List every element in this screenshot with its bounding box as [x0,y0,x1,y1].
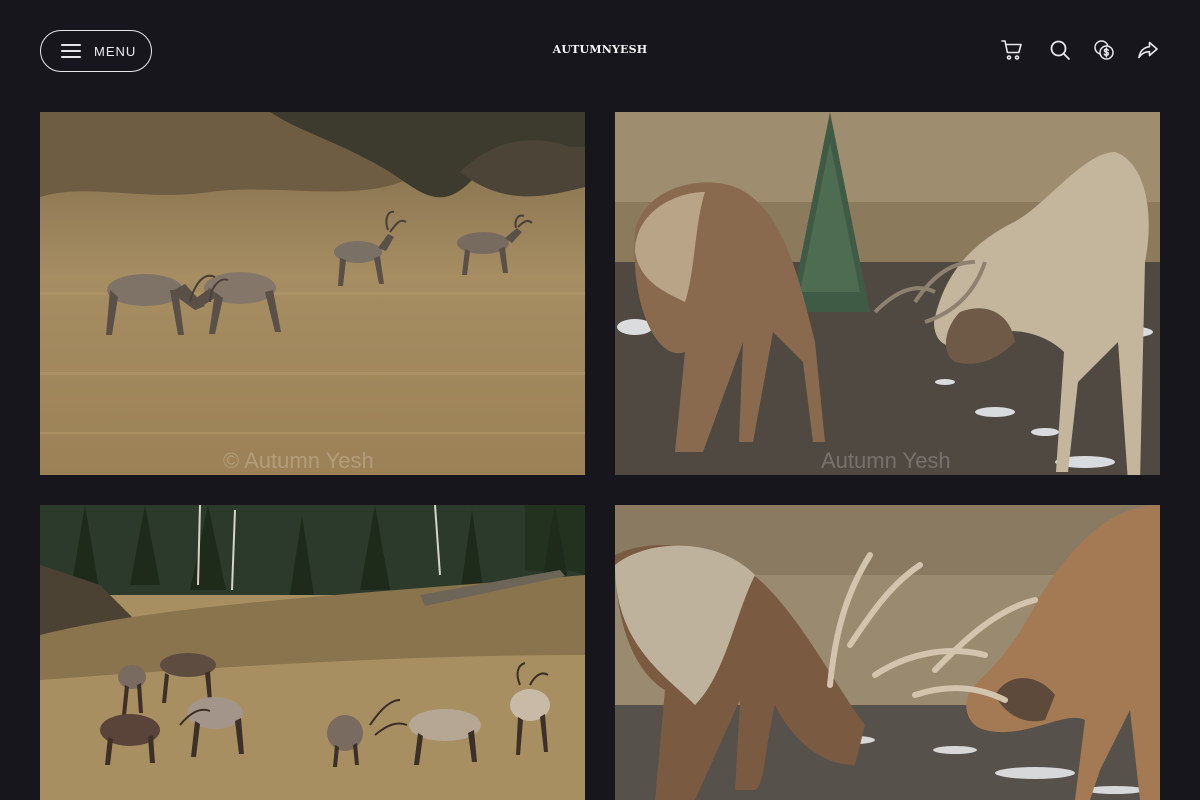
menu-label: MENU [94,44,137,59]
watermark: Autumn Yesh [821,448,951,473]
gallery-photo-1[interactable]: © Autumn Yesh [40,112,585,475]
watermark: © Autumn Yesh [223,448,374,473]
site-header: MENU AUTUMNYESH [0,0,1200,100]
gallery-photo-3[interactable] [40,505,585,800]
page: MENU AUTUMNYESH © Autumn Yesh Autumn Yes… [0,0,1200,800]
menu-button[interactable]: MENU [40,30,152,72]
cart-icon[interactable] [1000,38,1024,62]
search-icon[interactable] [1048,38,1072,62]
currency-icon[interactable] [1092,38,1116,62]
elk-antler-closeup-image [615,505,1160,800]
hamburger-icon [61,44,81,59]
elk-herd-forest-image [40,505,585,800]
site-logo[interactable]: AUTUMNYESH [500,43,700,56]
elk-sparring-snow-image [615,112,1160,475]
share-icon[interactable] [1136,38,1160,62]
gallery-photo-2[interactable]: Autumn Yesh [615,112,1160,475]
elk-meadow-image [40,112,585,475]
gallery-photo-4[interactable] [615,505,1160,800]
